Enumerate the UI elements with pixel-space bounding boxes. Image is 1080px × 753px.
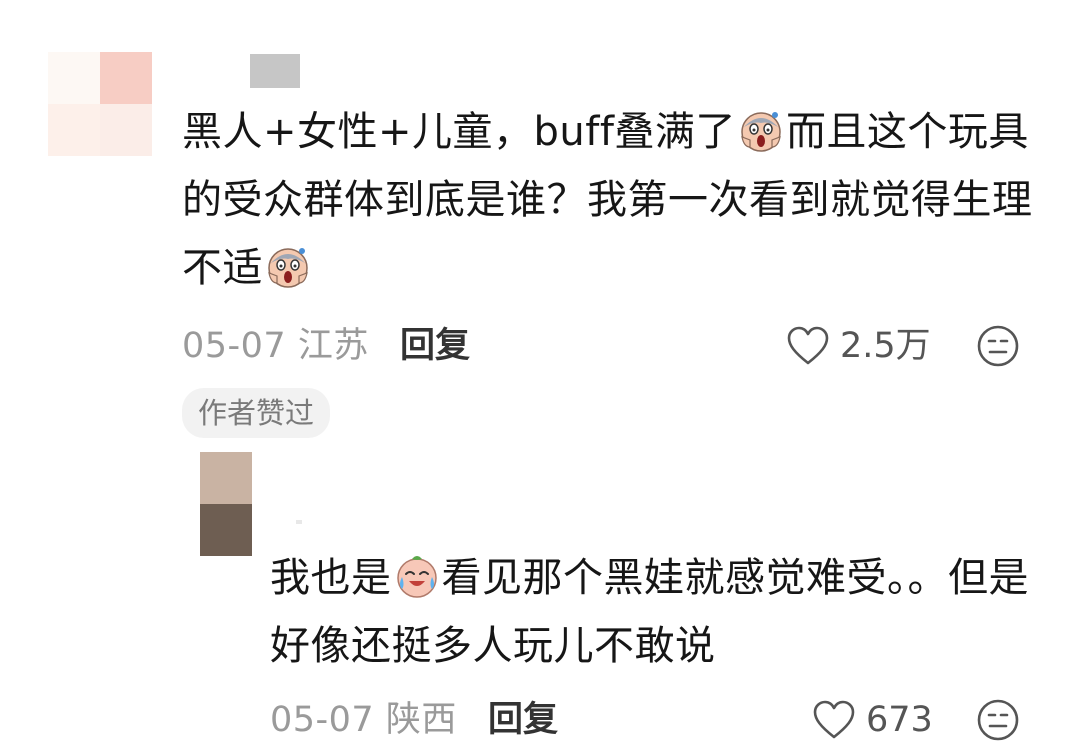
avatar-blur-tile xyxy=(48,104,100,156)
avatar-blur-tile xyxy=(48,52,100,104)
scream-face-icon xyxy=(268,248,308,288)
like-button[interactable]: 673 xyxy=(812,700,933,740)
comment-text-part: 我也是 xyxy=(270,555,392,601)
laugh-cry-icon xyxy=(396,556,437,598)
username[interactable] xyxy=(250,54,300,88)
like-count: 2.5万 xyxy=(840,326,931,366)
comment-text-part: 黑人+女性+儿童，buff叠满了 xyxy=(182,109,736,155)
comment-text: 黑人+女性+儿童，buff叠满了 而且这个玩具的受众群体到底是谁？我第一次看到就… xyxy=(182,98,1042,302)
avatar-blur-tile xyxy=(200,504,252,556)
heart-icon xyxy=(813,700,855,739)
avatar-blur-tile xyxy=(100,104,152,156)
scream-face-icon xyxy=(741,112,781,152)
dislike-button[interactable] xyxy=(976,698,1020,746)
neutral-face-icon xyxy=(977,699,1019,741)
comment-text: 我也是 看见那个黑娃就感觉难受。。但是好像还挺多人玩儿不敢说 xyxy=(270,544,1050,680)
neutral-face-icon xyxy=(977,325,1019,367)
comment-date: 05-07 xyxy=(182,326,287,366)
avatar-blur-tile xyxy=(100,52,152,104)
avatar[interactable] xyxy=(200,452,252,556)
comment-location: 陕西 xyxy=(385,700,457,740)
like-count: 673 xyxy=(866,700,933,740)
comment-location: 江苏 xyxy=(297,326,369,366)
avatar[interactable] xyxy=(48,52,152,156)
avatar-blur-tile xyxy=(200,452,252,504)
comment-date: 05-07 xyxy=(270,700,375,740)
reply-button[interactable]: 回复 xyxy=(400,326,470,366)
username[interactable] xyxy=(296,520,302,524)
author-liked-badge: 作者赞过 xyxy=(182,388,331,438)
comment-meta: 05-07 陕西 xyxy=(270,700,457,740)
like-button[interactable]: 2.5万 xyxy=(786,326,931,366)
heart-icon xyxy=(787,326,829,365)
comment-meta: 05-07 江苏 xyxy=(182,326,369,366)
dislike-button[interactable] xyxy=(976,324,1020,372)
reply-button[interactable]: 回复 xyxy=(488,700,558,740)
